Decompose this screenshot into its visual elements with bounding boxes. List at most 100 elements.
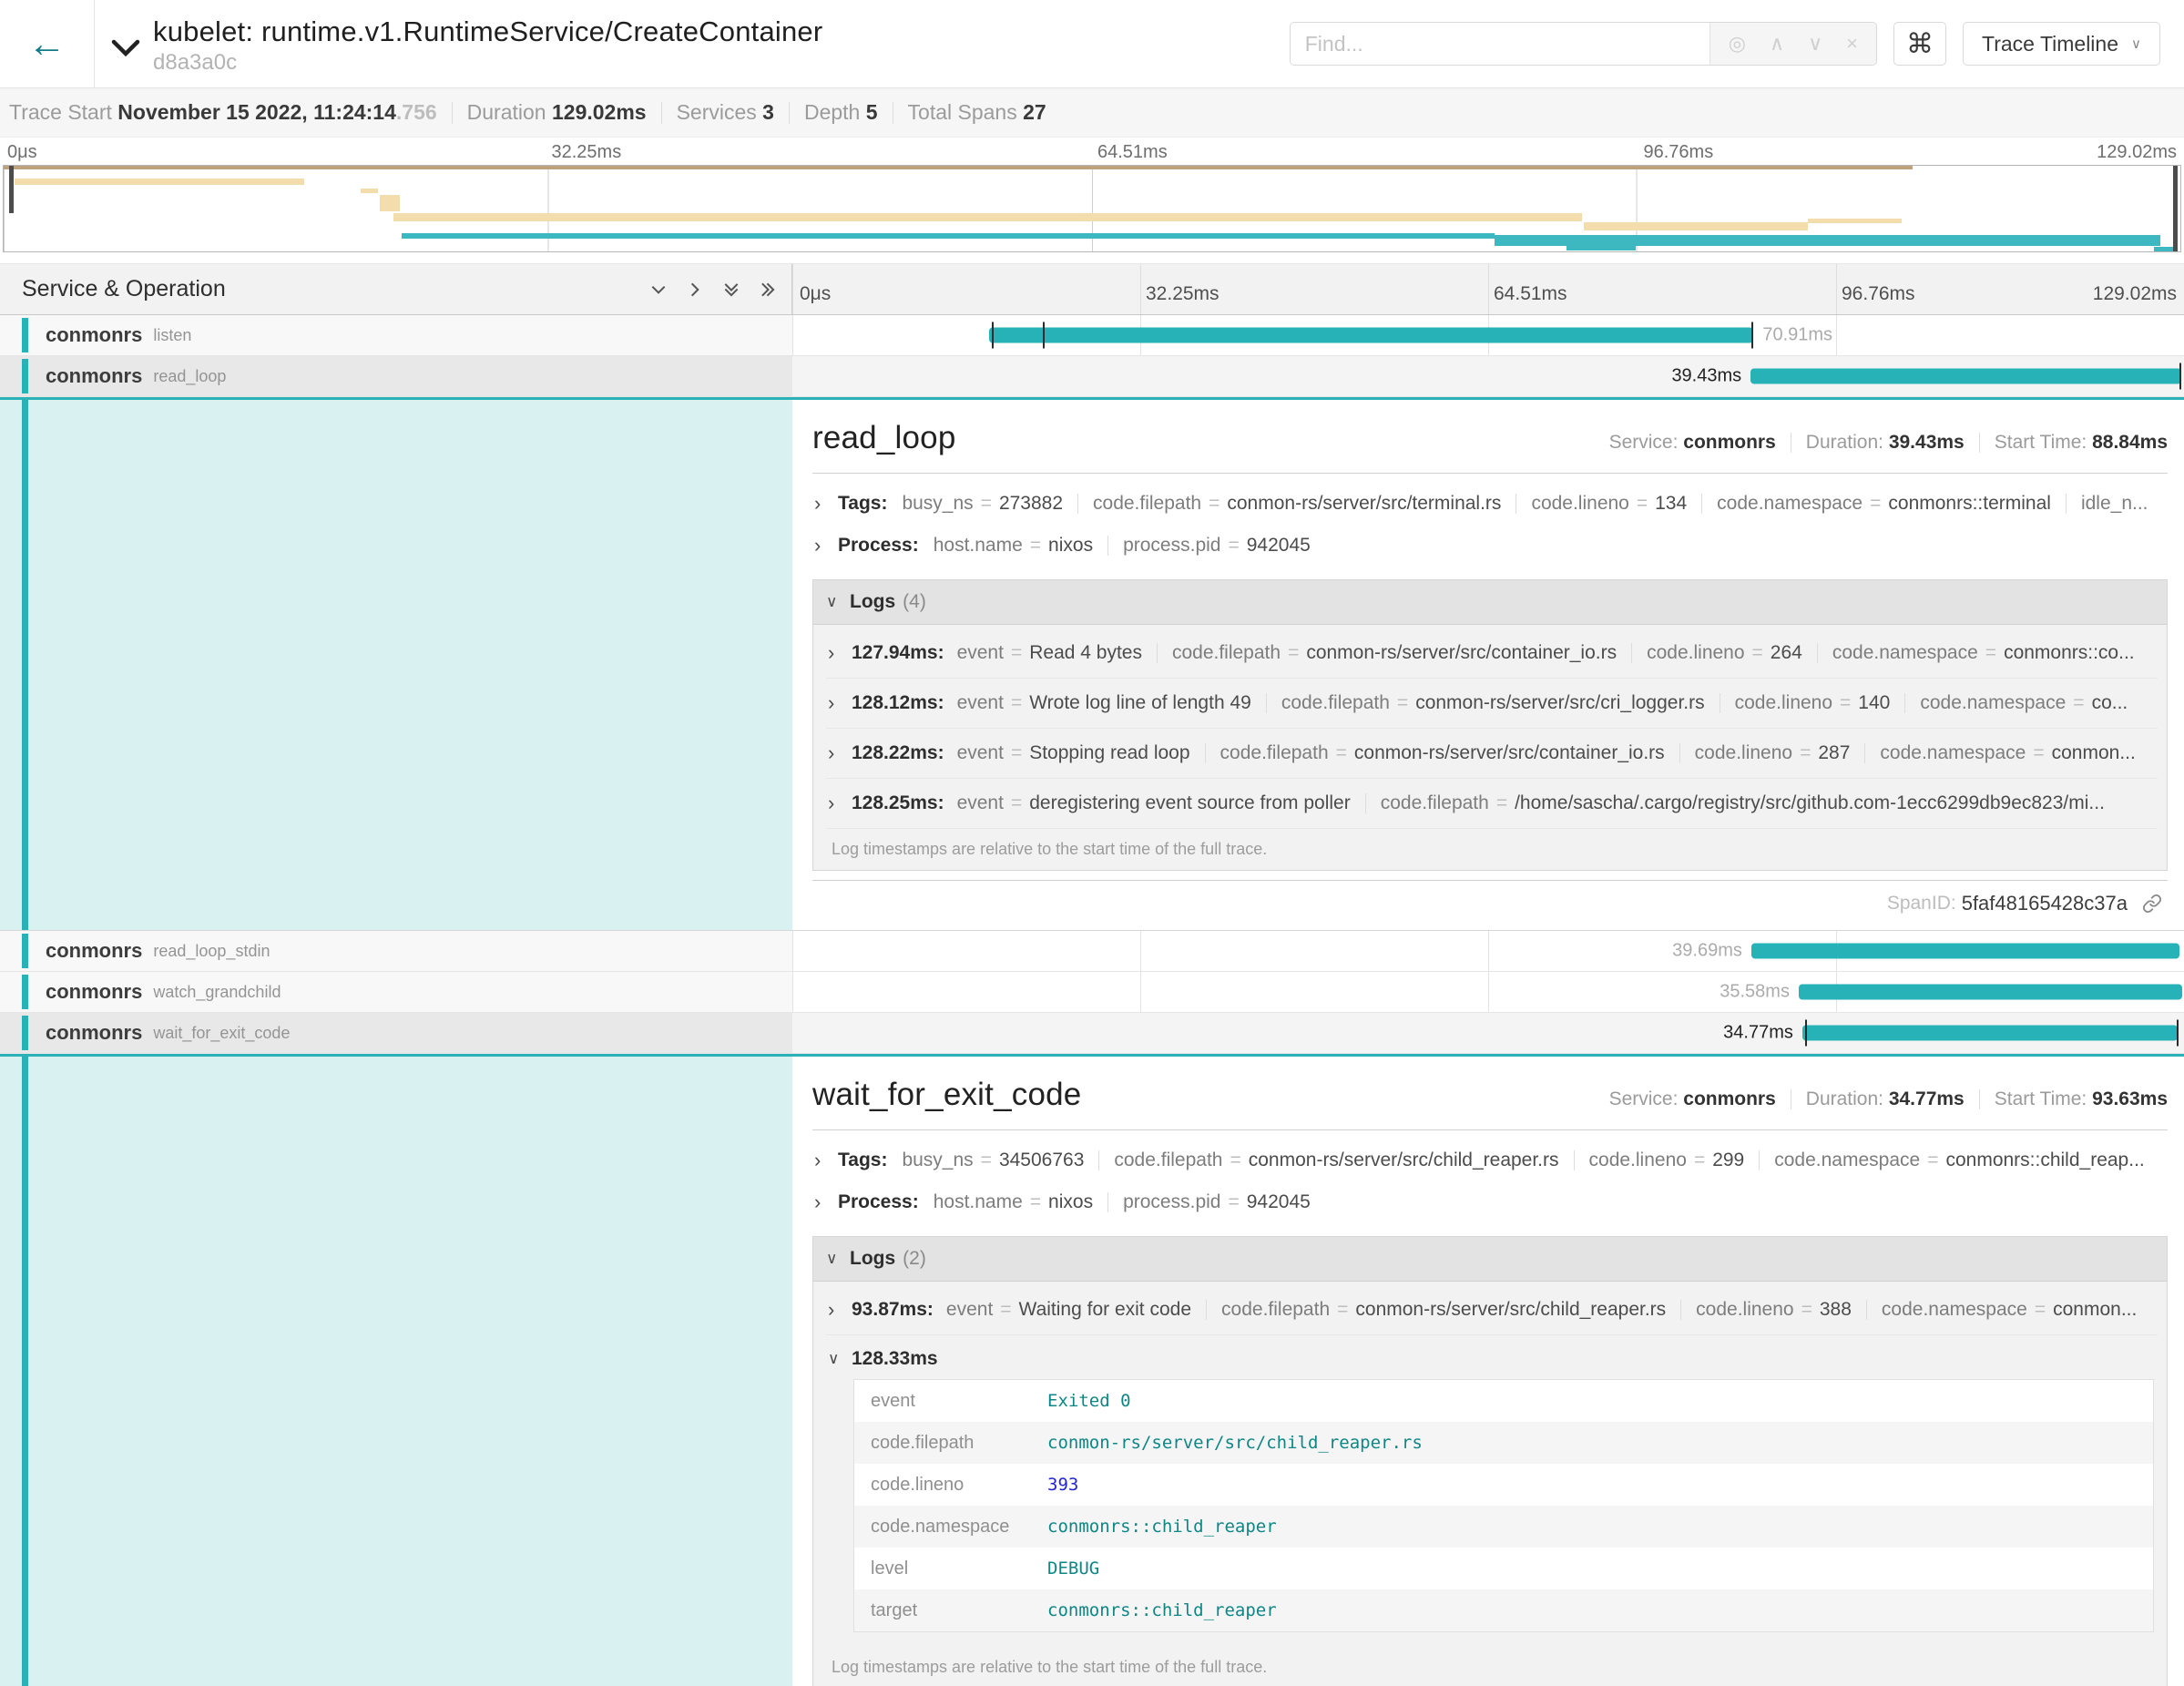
back-button[interactable]: ← bbox=[0, 0, 95, 87]
tag-equals: = bbox=[1011, 692, 1022, 713]
span-row[interactable]: conmonrsread_loop_stdin39.69ms bbox=[0, 931, 2184, 972]
span-row-timeline-cell[interactable]: 70.91ms bbox=[792, 315, 2184, 355]
span-row-label-cell[interactable]: conmonrsread_loop bbox=[0, 356, 792, 396]
field-divider bbox=[1206, 1300, 1207, 1320]
detail-meta-value: 88.84ms bbox=[2092, 432, 2168, 453]
collapse-header-icon[interactable] bbox=[111, 39, 140, 62]
chevron-right-icon: › bbox=[828, 792, 841, 815]
span-accent-bar bbox=[22, 359, 28, 393]
log-field-value: conmon-rs/server/src/child_reaper.rs bbox=[1047, 1433, 1423, 1453]
target-icon[interactable]: ◎ bbox=[1729, 32, 1746, 56]
span-row-timeline-cell[interactable]: 34.77ms bbox=[792, 1013, 2184, 1053]
log-entry[interactable]: ›127.94ms:event=Read 4 bytescode.filepat… bbox=[826, 628, 2158, 679]
summary-label: Services bbox=[677, 100, 763, 124]
detail-meta-label: Start Time: bbox=[1995, 432, 2092, 453]
tag-equals: = bbox=[981, 493, 992, 514]
span-service-name: conmonrs bbox=[46, 364, 142, 388]
keyboard-shortcuts-button[interactable]: ⌘ bbox=[1893, 22, 1946, 66]
log-entry[interactable]: ›93.87ms:event=Waiting for exit codecode… bbox=[826, 1285, 2158, 1335]
search-input[interactable] bbox=[1291, 23, 1709, 65]
tag-item: code.filepath=/home/sascha/.cargo/regist… bbox=[1381, 792, 2105, 814]
span-duration-label: 34.77ms bbox=[1723, 1023, 1793, 1044]
top-header: ← kubelet: runtime.v1.RuntimeService/Cre… bbox=[0, 0, 2184, 87]
copy-link-icon[interactable] bbox=[2142, 894, 2162, 914]
span-row-label-cell[interactable]: conmonrswatch_grandchild bbox=[0, 972, 792, 1012]
tags-row[interactable]: ›Tags:busy_ns=273882code.filepath=conmon… bbox=[812, 483, 2168, 525]
tag-key: host.name bbox=[934, 535, 1023, 556]
span-row[interactable]: conmonrswait_for_exit_code 34.77ms bbox=[0, 1013, 2184, 1054]
span-detail-panel: wait_for_exit_codeService: conmonrsDurat… bbox=[0, 1054, 2184, 1686]
span-row-timeline-cell[interactable]: 39.69ms bbox=[792, 931, 2184, 971]
tag-equals: = bbox=[1927, 1150, 1938, 1170]
tag-key: event bbox=[957, 642, 1004, 663]
process-row[interactable]: ›Process:host.name=nixosprocess.pid=9420… bbox=[812, 1181, 2168, 1223]
span-log-marker bbox=[2177, 1020, 2179, 1047]
ruler-ticks: 0μs32.25ms64.51ms96.76ms129.02ms bbox=[792, 264, 2184, 314]
span-duration-bar[interactable] bbox=[1802, 1026, 2178, 1041]
tags-row[interactable]: ›Tags:busy_ns=34506763code.filepath=conm… bbox=[812, 1139, 2168, 1181]
span-accent-bar bbox=[22, 318, 28, 353]
log-timestamp: 128.22ms: bbox=[852, 742, 944, 764]
span-row-label-cell[interactable]: conmonrsread_loop_stdin bbox=[0, 931, 792, 971]
log-entry[interactable]: ›128.25ms:event=deregistering event sour… bbox=[826, 779, 2158, 829]
log-entry[interactable]: ∨128.33ms bbox=[826, 1335, 2158, 1375]
log-entry[interactable]: ›128.12ms:event=Wrote log line of length… bbox=[826, 679, 2158, 729]
span-log-marker bbox=[1751, 322, 1753, 349]
tag-item: code.filepath=conmon-rs/server/src/cri_l… bbox=[1281, 692, 1705, 714]
span-row-timeline-cell[interactable]: 39.43ms bbox=[792, 356, 2184, 396]
span-duration-bar[interactable] bbox=[1799, 985, 2182, 1000]
tag-key: code.filepath bbox=[1093, 493, 1201, 514]
span-duration-label: 70.91ms bbox=[1762, 325, 1832, 346]
tag-value: 942045 bbox=[1247, 535, 1311, 556]
collapse-all-icon[interactable] bbox=[722, 281, 740, 299]
logs-header[interactable]: ∨Logs(4) bbox=[813, 580, 2167, 625]
span-row-label-cell[interactable]: conmonrslisten bbox=[0, 315, 792, 355]
minimap-span-segment bbox=[402, 233, 1495, 239]
minimap-drag-handle[interactable] bbox=[9, 166, 14, 213]
span-row[interactable]: conmonrsread_loop39.43ms bbox=[0, 356, 2184, 397]
log-field-value: DEBUG bbox=[1047, 1558, 1099, 1579]
next-result-icon[interactable]: ∨ bbox=[1808, 32, 1822, 56]
tag-value: 273882 bbox=[999, 493, 1063, 514]
tag-value: conmonrs::co... bbox=[2004, 642, 2135, 663]
minimap-span-segment bbox=[1567, 246, 1636, 250]
span-row-label-cell[interactable]: conmonrswait_for_exit_code bbox=[0, 1013, 792, 1053]
view-selector-label: Trace Timeline bbox=[1982, 32, 2118, 56]
expand-all-icon[interactable] bbox=[759, 281, 777, 299]
prev-result-icon[interactable]: ∧ bbox=[1770, 32, 1784, 56]
logs-header[interactable]: ∨Logs(2) bbox=[813, 1237, 2167, 1282]
detail-meta-value: 34.77ms bbox=[1889, 1088, 1965, 1109]
process-row[interactable]: ›Process:host.name=nixosprocess.pid=9420… bbox=[812, 525, 2168, 567]
span-duration-bar[interactable] bbox=[1751, 944, 2179, 959]
tag-equals: = bbox=[2073, 692, 2084, 713]
span-row[interactable]: conmonrslisten 70.91ms bbox=[0, 315, 2184, 356]
minimap-span-segment bbox=[361, 189, 378, 193]
view-selector-button[interactable]: Trace Timeline ∨ bbox=[1963, 22, 2160, 66]
tick-label: 64.51ms bbox=[1494, 283, 1567, 305]
span-duration-bar[interactable] bbox=[989, 328, 1754, 343]
tag-value: conmonrs::child_reap... bbox=[1945, 1150, 2144, 1170]
span-row-timeline-cell[interactable]: 35.58ms bbox=[792, 972, 2184, 1012]
log-entry[interactable]: ›128.22ms:event=Stopping read loopcode.f… bbox=[826, 729, 2158, 779]
span-accent-bar bbox=[22, 1057, 28, 1686]
span-duration-bar[interactable] bbox=[1750, 369, 2181, 384]
tag-value: 942045 bbox=[1247, 1191, 1311, 1212]
log-field-key: target bbox=[854, 1600, 1047, 1621]
minimap-drag-handle[interactable] bbox=[2173, 166, 2178, 251]
log-timestamp: 128.12ms: bbox=[852, 692, 944, 714]
tag-equals: = bbox=[1011, 742, 1022, 763]
clear-search-icon[interactable]: × bbox=[1846, 32, 1858, 56]
tag-key: process.pid bbox=[1123, 535, 1220, 556]
collapse-one-icon[interactable] bbox=[649, 281, 668, 299]
tag-equals: = bbox=[1637, 493, 1648, 514]
chevron-right-icon: › bbox=[814, 492, 827, 516]
summary-bar: Trace Start November 15 2022, 11:24:14.7… bbox=[0, 87, 2184, 138]
span-row[interactable]: conmonrswatch_grandchild35.58ms bbox=[0, 972, 2184, 1013]
tag-key: event bbox=[957, 742, 1004, 763]
expand-one-icon[interactable] bbox=[686, 281, 704, 299]
tag-value: deregistering event source from poller bbox=[1029, 792, 1351, 813]
span-operation-name: watch_grandchild bbox=[153, 983, 281, 1002]
minimap-canvas[interactable] bbox=[3, 165, 2181, 252]
summary-item: Trace Start November 15 2022, 11:24:14.7… bbox=[9, 100, 437, 125]
tag-equals: = bbox=[1000, 1299, 1011, 1320]
